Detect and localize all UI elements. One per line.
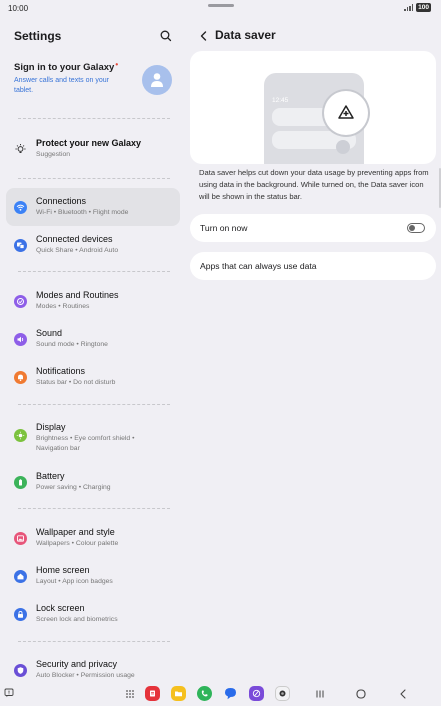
- battery-status-icon: 100: [416, 3, 431, 12]
- shield-icon: [14, 664, 27, 677]
- signal-icon: [404, 4, 414, 11]
- internet-app-icon[interactable]: [249, 686, 264, 701]
- menu-subtitle: Auto Blocker • Permission usage: [36, 672, 135, 679]
- menu-title: Display: [36, 422, 66, 432]
- data-saver-pane: Data saver 12:45 Data saver helps cut do…: [189, 18, 441, 686]
- bulb-icon: [14, 143, 27, 156]
- menu-subtitle: Brightness • Eye comfort shield • Naviga…: [36, 435, 135, 452]
- taskbar: [0, 682, 441, 706]
- status-bar: 10:00 100: [0, 0, 441, 18]
- menu-subtitle: Layout • App icon badges: [36, 578, 113, 585]
- home-button-icon[interactable]: [355, 688, 367, 700]
- menu-title: Notifications: [36, 366, 86, 376]
- data-saver-toggle[interactable]: [407, 223, 425, 233]
- suggestion-protect-galaxy[interactable]: Protect your new Galaxy Suggestion: [6, 130, 180, 168]
- turn-on-now-row[interactable]: Turn on now: [190, 214, 436, 242]
- page-title: Data saver: [215, 28, 276, 42]
- phone-app-icon[interactable]: [197, 686, 212, 701]
- recent-apps-icon[interactable]: [314, 689, 326, 699]
- sidebar-item-lock-screen[interactable]: Lock screen Screen lock and biometrics: [6, 595, 180, 633]
- menu-title: Wallpaper and style: [36, 527, 115, 537]
- menu-title: Connected devices: [36, 234, 113, 244]
- account-name: Sign in to your Galaxy•: [14, 60, 119, 73]
- wifi-icon: [14, 201, 27, 214]
- sidebar-item-modes-routines[interactable]: Modes and Routines Modes • Routines: [6, 282, 180, 320]
- my-files-app-icon[interactable]: [171, 686, 186, 701]
- messages-app-icon[interactable]: [223, 686, 238, 701]
- sidebar-item-notifications[interactable]: Notifications Status bar • Do not distur…: [6, 358, 180, 396]
- data-saver-illustration: 12:45: [190, 51, 436, 164]
- divider: [18, 508, 170, 509]
- menu-subtitle: Suggestion: [36, 151, 71, 158]
- menu-subtitle: Wallpapers • Colour palette: [36, 540, 119, 547]
- screenshot-feedback-icon[interactable]: [4, 688, 14, 698]
- lock-screen-icon: [14, 608, 27, 621]
- avatar: [142, 65, 172, 95]
- menu-title: Lock screen: [36, 603, 85, 613]
- settings-title: Settings: [14, 29, 62, 43]
- sound-icon: [14, 333, 27, 346]
- camera-app-icon[interactable]: [275, 686, 290, 701]
- sidebar-item-security[interactable]: Security and privacy Auto Blocker • Perm…: [6, 651, 180, 686]
- menu-subtitle: Screen lock and biometrics: [36, 616, 118, 623]
- menu-subtitle: Modes • Routines: [36, 303, 90, 310]
- search-icon: [160, 30, 172, 42]
- sidebar-item-home-screen[interactable]: Home screen Layout • App icon badges: [6, 557, 180, 595]
- display-icon: [14, 429, 27, 442]
- sidebar-item-wallpaper[interactable]: Wallpaper and style Wallpapers • Colour …: [6, 519, 180, 557]
- menu-subtitle: Quick Share • Android Auto: [36, 247, 119, 254]
- app-drawer-icon[interactable]: [125, 689, 135, 699]
- data-saver-description: Data saver helps cut down your data usag…: [199, 168, 429, 201]
- notifications-icon: [14, 371, 27, 384]
- divider: [18, 178, 170, 179]
- apps-always-use-data-label: Apps that can always use data: [200, 261, 317, 271]
- menu-subtitle: Sound mode • Ringtone: [36, 341, 108, 348]
- wallpaper-icon: [14, 532, 27, 545]
- menu-title: Connections: [36, 196, 87, 206]
- sidebar-item-sound[interactable]: Sound Sound mode • Ringtone: [6, 320, 180, 358]
- status-icons: 100: [404, 3, 431, 12]
- connected-devices-icon: [14, 239, 27, 252]
- sidebar-item-connected-devices[interactable]: Connected devices Quick Share • Android …: [6, 226, 180, 264]
- sidebar-item-display[interactable]: Display Brightness • Eye comfort shield …: [6, 414, 180, 460]
- flipboard-app-icon[interactable]: [145, 686, 160, 701]
- menu-title: Battery: [36, 471, 65, 481]
- divider: [18, 271, 170, 272]
- menu-title: Protect your new Galaxy: [36, 138, 142, 148]
- back-nav-icon[interactable]: [397, 688, 409, 700]
- menu-title: Modes and Routines: [36, 290, 119, 300]
- menu-title: Security and privacy: [36, 659, 118, 669]
- menu-subtitle: Wi-Fi • Bluetooth • Flight mode: [36, 209, 129, 216]
- divider: [18, 641, 170, 642]
- divider: [18, 404, 170, 405]
- modes-icon: [14, 295, 27, 308]
- menu-subtitle: Power saving • Charging: [36, 484, 111, 491]
- status-time: 10:00: [8, 4, 29, 13]
- home-screen-icon: [14, 570, 27, 583]
- sidebar-item-battery[interactable]: Battery Power saving • Charging: [6, 463, 180, 501]
- chevron-left-icon: [200, 31, 207, 41]
- turn-on-now-label: Turn on now: [200, 223, 248, 233]
- settings-list-pane: Settings Sign in to your Galaxy• Answer …: [0, 18, 188, 686]
- back-button[interactable]: [198, 29, 210, 41]
- sidebar-item-connections[interactable]: Connections Wi-Fi • Bluetooth • Flight m…: [6, 188, 180, 226]
- drag-handle[interactable]: [208, 4, 234, 7]
- search-button[interactable]: [159, 29, 173, 43]
- notification-dot-icon: •: [115, 60, 119, 69]
- toggle-knob: [409, 225, 415, 231]
- apps-always-use-data-row[interactable]: Apps that can always use data: [190, 252, 436, 280]
- battery-icon: [14, 476, 27, 489]
- illustration-time: 12:45: [272, 97, 289, 104]
- person-icon: [151, 73, 163, 87]
- account-sign-in[interactable]: Sign in to your Galaxy• Answer calls and…: [6, 56, 180, 106]
- menu-subtitle: Status bar • Do not disturb: [36, 379, 116, 386]
- menu-title: Sound: [36, 328, 63, 338]
- divider: [18, 118, 170, 119]
- account-subtitle: Answer calls and texts on your tablet.: [14, 77, 109, 94]
- menu-title: Home screen: [36, 565, 90, 575]
